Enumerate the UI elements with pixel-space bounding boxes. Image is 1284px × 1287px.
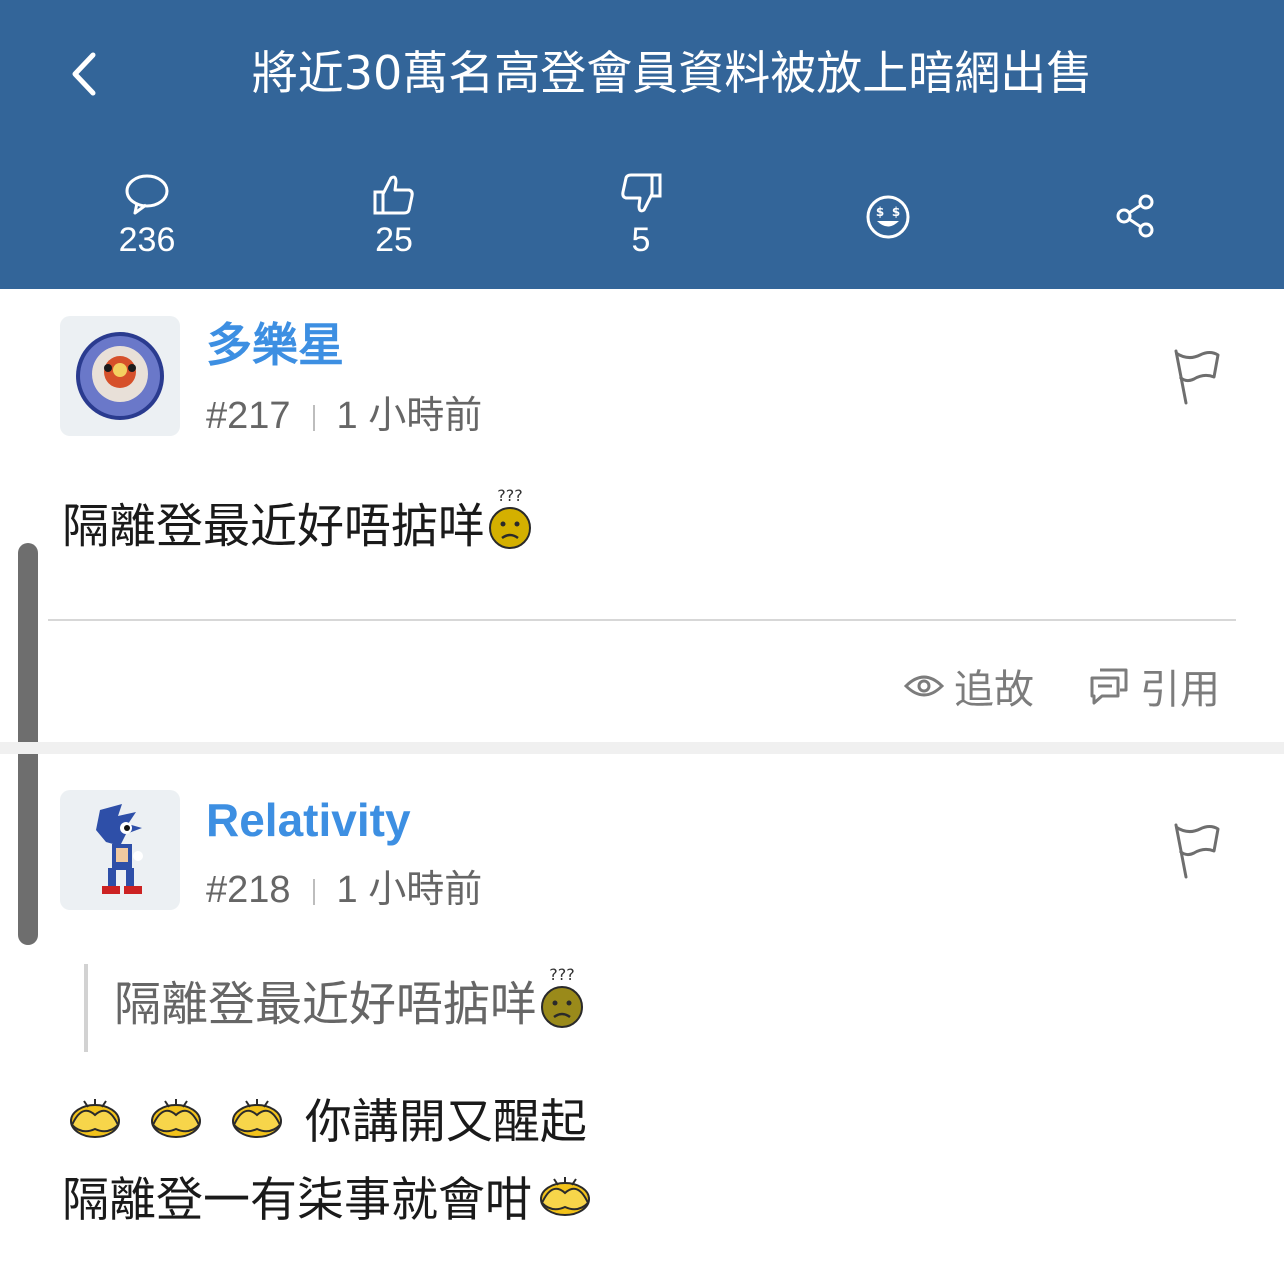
quote-button[interactable]: 引用 xyxy=(1088,657,1220,715)
svg-text:$: $ xyxy=(892,205,900,219)
avatar-image xyxy=(96,804,143,894)
post-217: 多樂星 #217 1 小時前 隔離登最近好唔掂咩 ??? 追故 引用 xyxy=(0,289,1284,744)
quoted-post: 隔離登最近好唔掂咩 ??? xyxy=(84,964,587,1052)
thumbs-down-icon xyxy=(621,173,662,213)
post-time: 1 小時前 xyxy=(336,395,483,437)
reward-button[interactable]: $ $ xyxy=(818,194,958,240)
username[interactable]: Relativity xyxy=(206,792,411,848)
likes-count: 25 xyxy=(375,221,413,259)
post-content-line-1: 你講開又醒起 xyxy=(62,1084,587,1165)
thread-title: 將近30萬名高登會員資料被放上暗網出售 xyxy=(251,46,1093,100)
report-button[interactable] xyxy=(1168,821,1224,881)
svg-text:???: ??? xyxy=(497,486,522,505)
post-meta: #217 1 小時前 xyxy=(206,393,482,439)
username[interactable]: 多樂星 xyxy=(206,317,344,373)
report-button[interactable] xyxy=(1168,347,1224,407)
svg-text:$: $ xyxy=(876,205,884,219)
money-face-icon: $ $ xyxy=(866,195,910,239)
flag-icon xyxy=(1174,349,1220,405)
quoted-text: 隔離登最近好唔掂咩 xyxy=(114,977,537,1033)
dislikes-count: 5 xyxy=(631,221,651,259)
confused-emoji-icon: ??? xyxy=(537,964,587,1052)
like-stat[interactable]: 25 xyxy=(324,172,464,260)
top-bar: 將近30萬名高登會員資料被放上暗網出售 236 25 5 $ $ xyxy=(0,0,1284,289)
post-divider xyxy=(48,619,1236,621)
post-time: 1 小時前 xyxy=(336,869,483,911)
avatar-image xyxy=(76,332,164,420)
dislike-stat[interactable]: 5 xyxy=(571,172,711,260)
comment-bubble-icon xyxy=(125,174,169,215)
comments-stat[interactable]: 236 xyxy=(77,172,217,260)
cover-face-emoji-icon xyxy=(532,1165,598,1243)
quote-icon xyxy=(1090,668,1128,705)
floor-number: #218 xyxy=(206,869,291,911)
comments-count: 236 xyxy=(118,221,176,259)
back-button[interactable] xyxy=(62,46,106,102)
cover-face-emoji-icon xyxy=(62,1087,128,1165)
avatar[interactable] xyxy=(60,790,180,910)
post-content-line-2: 隔離登一有柒事就會咁 xyxy=(62,1162,598,1243)
post-content: 隔離登最近好唔掂咩 ??? xyxy=(62,485,535,575)
post-separator xyxy=(0,742,1284,754)
chevron-left-icon xyxy=(72,52,96,96)
floor-number: #217 xyxy=(206,395,291,437)
post-text-line-2: 隔離登一有柒事就會咁 xyxy=(62,1173,532,1228)
cover-face-emoji-icon xyxy=(224,1087,290,1165)
post-text-line-1: 你講開又醒起 xyxy=(304,1095,587,1150)
follow-button[interactable]: 追故 xyxy=(904,657,1034,715)
flag-icon xyxy=(1174,823,1220,879)
share-button[interactable] xyxy=(1066,194,1206,238)
thumbs-up-icon xyxy=(373,175,414,215)
meta-separator xyxy=(312,878,315,905)
cover-face-emoji-icon xyxy=(143,1087,209,1165)
follow-label: 追故 xyxy=(954,667,1034,713)
post-text: 隔離登最近好唔掂咩 xyxy=(62,499,485,555)
share-icon xyxy=(1116,194,1154,238)
post-218: Relativity #218 1 小時前 隔離登最近好唔掂咩 ??? 你講開又… xyxy=(0,754,1284,1287)
post-meta: #218 1 小時前 xyxy=(206,867,482,913)
avatar[interactable] xyxy=(60,316,180,436)
svg-text:???: ??? xyxy=(549,965,574,984)
quote-label: 引用 xyxy=(1140,667,1220,713)
meta-separator xyxy=(312,404,315,431)
eye-icon xyxy=(904,675,944,697)
confused-emoji-icon: ??? xyxy=(485,485,535,575)
